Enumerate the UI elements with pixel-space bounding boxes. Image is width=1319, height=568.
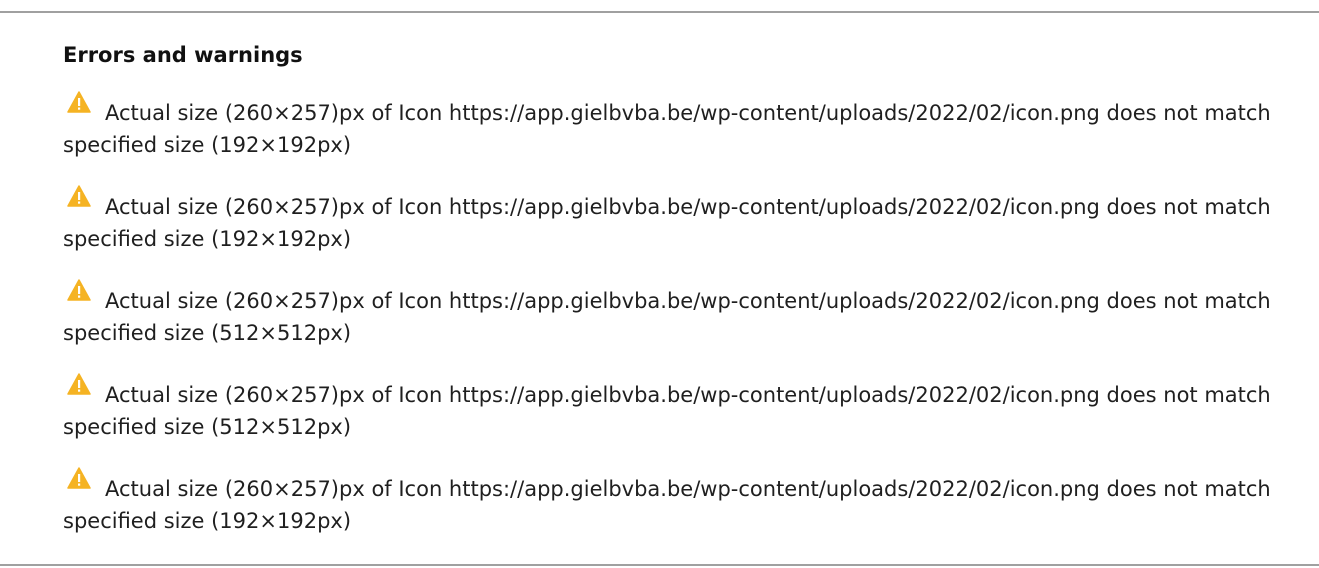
errors-warnings-panel: Errors and warnings Actual size (260×257… (0, 11, 1319, 566)
warning-item: Actual size (260×257)px of Icon https://… (63, 373, 1298, 473)
warning-icon (67, 91, 95, 115)
warning-message-line1: Actual size (260×257)px of Icon https://… (105, 477, 1271, 501)
panel-heading: Errors and warnings (63, 43, 303, 67)
warning-message-line2: specified size (512×512px) (63, 415, 352, 439)
warning-icon (67, 279, 95, 303)
warning-list: Actual size (260×257)px of Icon https://… (63, 91, 1298, 567)
warning-icon (67, 467, 95, 491)
warning-message-line2: specified size (512×512px) (63, 321, 352, 345)
warning-message-line1: Actual size (260×257)px of Icon https://… (105, 289, 1271, 313)
warning-item: Actual size (260×257)px of Icon https://… (63, 467, 1298, 567)
warning-icon (67, 373, 95, 397)
warning-item: Actual size (260×257)px of Icon https://… (63, 185, 1298, 285)
warning-message-line2: specified size (192×192px) (63, 133, 352, 157)
warning-icon (67, 185, 95, 209)
warning-message-line1: Actual size (260×257)px of Icon https://… (105, 101, 1271, 125)
warning-message-line1: Actual size (260×257)px of Icon https://… (105, 195, 1271, 219)
warning-item: Actual size (260×257)px of Icon https://… (63, 279, 1298, 379)
warning-message-line2: specified size (192×192px) (63, 509, 352, 533)
warning-message-line2: specified size (192×192px) (63, 227, 352, 251)
warning-item: Actual size (260×257)px of Icon https://… (63, 91, 1298, 191)
warning-message-line1: Actual size (260×257)px of Icon https://… (105, 383, 1271, 407)
